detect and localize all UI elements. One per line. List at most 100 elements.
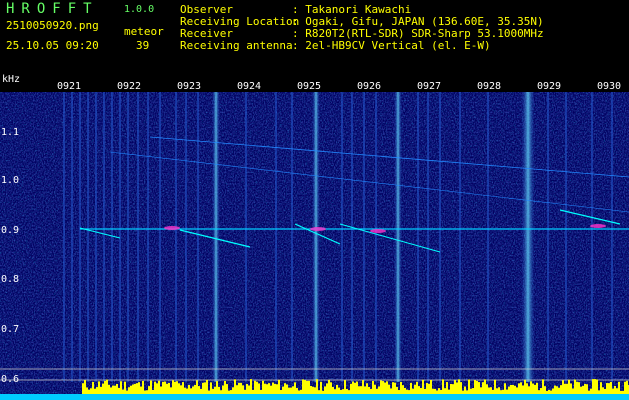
interference-column xyxy=(245,92,247,382)
signal-level-bar xyxy=(484,379,486,394)
signal-level-bar xyxy=(218,386,220,394)
signal-level-bar xyxy=(398,390,400,394)
signal-level-bar xyxy=(546,390,548,394)
meteor-count: 39 xyxy=(136,39,150,52)
interference-column xyxy=(547,92,549,382)
signal-level-bar xyxy=(134,383,136,394)
app-version: 1.0.0 xyxy=(124,4,155,15)
signal-level-bar xyxy=(82,383,84,394)
signal-level-bar xyxy=(286,384,288,394)
signal-level-bar xyxy=(180,385,182,394)
signal-level-bar xyxy=(492,389,494,394)
signal-level-bar xyxy=(104,380,106,394)
signal-level-bar xyxy=(430,380,432,394)
signal-level-bar xyxy=(326,383,328,394)
signal-level-bar xyxy=(336,384,338,394)
signal-level-bar xyxy=(262,380,264,394)
signal-level-bar xyxy=(460,382,462,394)
signal-level-bar xyxy=(128,387,130,394)
signal-level-bar xyxy=(610,381,612,394)
signal-level-bar xyxy=(328,379,330,394)
interference-column xyxy=(591,92,593,382)
signal-level-bar xyxy=(622,390,624,394)
receiver-key: Receiver xyxy=(180,27,233,40)
signal-level-bar xyxy=(440,389,442,394)
signal-level-bar xyxy=(612,388,614,394)
signal-level-bar xyxy=(386,381,388,394)
signal-level-bar xyxy=(162,381,164,394)
signal-level-bar xyxy=(474,380,476,394)
time-tick: 0921 xyxy=(57,81,82,92)
signal-level-bar xyxy=(312,386,314,394)
signal-level-bar xyxy=(258,383,260,394)
signal-level-bar xyxy=(302,379,304,394)
interference-column xyxy=(119,92,121,382)
signal-level-bar xyxy=(280,390,282,394)
signal-level-bar xyxy=(524,379,526,394)
signal-level-bar xyxy=(590,388,592,394)
signal-level-bar xyxy=(136,383,138,394)
signal-level-bar xyxy=(516,387,518,394)
signal-level-bar xyxy=(160,386,162,394)
signal-level-bar xyxy=(530,381,532,394)
signal-level-bar xyxy=(276,384,278,394)
signal-level-bar xyxy=(292,386,294,394)
signal-level-bar xyxy=(380,380,382,394)
signal-level-bar xyxy=(198,386,200,394)
signal-level-bar xyxy=(304,380,306,394)
interference-column xyxy=(427,92,429,382)
signal-level-bar xyxy=(456,382,458,394)
signal-level-bar xyxy=(146,390,148,394)
signal-level-bar xyxy=(158,380,160,394)
signal-level-bar xyxy=(548,389,550,394)
signal-level-bar xyxy=(320,381,322,394)
interference-column xyxy=(312,92,320,382)
interference-column xyxy=(63,92,65,382)
signal-level-bar xyxy=(294,382,296,394)
unit-label: kHz xyxy=(2,74,21,85)
signal-level-bar xyxy=(348,390,350,394)
signal-level-bar xyxy=(434,388,436,394)
interference-column xyxy=(159,92,161,382)
signal-level-bar xyxy=(106,379,108,394)
signal-level-bar xyxy=(504,383,506,394)
signal-level-bar xyxy=(538,390,540,394)
signal-level-bar xyxy=(264,383,266,394)
time-tick: 0927 xyxy=(417,81,442,92)
signal-level-bar xyxy=(306,380,308,394)
signal-level-bar xyxy=(584,383,586,394)
signal-level-bar xyxy=(130,385,132,394)
signal-level-bar xyxy=(178,383,180,394)
signal-level-bar xyxy=(408,390,410,394)
signal-level-bar xyxy=(372,380,374,394)
signal-level-bar xyxy=(598,390,600,394)
meteor-echo xyxy=(590,224,606,228)
signal-level-bar xyxy=(476,380,478,394)
signal-level-bar xyxy=(142,380,144,394)
time-tick: 0929 xyxy=(537,81,562,92)
signal-level-bar xyxy=(556,386,558,394)
signal-level-bar xyxy=(446,382,448,394)
signal-level-bar xyxy=(206,379,208,394)
signal-level-bar xyxy=(124,381,126,394)
signal-level-bar xyxy=(392,382,394,394)
meteor-label: meteor xyxy=(124,25,164,38)
signal-level-bar xyxy=(620,390,622,394)
signal-level-bar xyxy=(554,385,556,394)
signal-level-bar xyxy=(562,380,564,394)
location-value: : Ogaki, Gifu, JAPAN (136.60E, 35.35N) xyxy=(292,15,544,28)
interference-column xyxy=(71,92,73,382)
signal-level-bar xyxy=(234,379,236,394)
signal-level-bar xyxy=(340,389,342,394)
interference-column xyxy=(375,92,377,382)
freq-tick: 1.0 xyxy=(1,175,20,186)
signal-level-bar xyxy=(176,381,178,394)
signal-level-bar xyxy=(616,388,618,394)
signal-level-bar xyxy=(536,382,538,394)
spectrogram-plot xyxy=(0,92,629,400)
signal-level-bar xyxy=(332,386,334,394)
signal-level-bar xyxy=(188,384,190,394)
interference-column xyxy=(341,92,343,382)
signal-level-bar xyxy=(400,381,402,394)
signal-level-bar xyxy=(270,385,272,394)
